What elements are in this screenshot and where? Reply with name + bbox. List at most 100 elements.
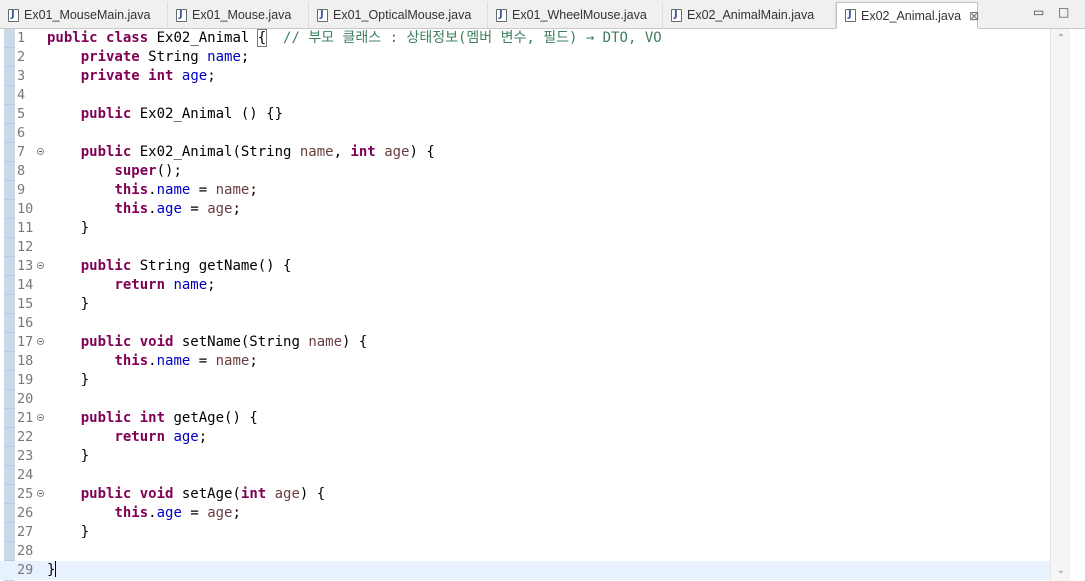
code-token: ;: [240, 49, 250, 65]
code-line[interactable]: 24: [0, 466, 1050, 485]
code-line[interactable]: 13 public String getName() {: [0, 257, 1050, 276]
fold-collapse-icon[interactable]: [37, 262, 44, 269]
code-line[interactable]: 8 super();: [0, 162, 1050, 181]
keyword-token: return: [114, 429, 166, 445]
code-text: public void setAge(int age) {: [47, 485, 326, 504]
code-token: }: [47, 372, 90, 388]
code-token: ;: [232, 201, 241, 217]
tab-ex01-mousemain-java[interactable]: Ex01_MouseMain.java: [0, 2, 168, 28]
code-line[interactable]: 29}: [0, 561, 1050, 580]
fold-collapse-icon[interactable]: [37, 414, 44, 421]
field-token: age: [156, 505, 182, 521]
code-line[interactable]: 19 }: [0, 371, 1050, 390]
parameter-token: age: [207, 505, 233, 521]
keyword-token: this: [114, 201, 149, 217]
line-number: 8: [17, 163, 26, 179]
code-text: public class Ex02_Animal { // 부모 클래스 : 상…: [47, 29, 662, 48]
code-token: Ex02_Animal () {}: [131, 106, 284, 122]
keyword-token: public: [80, 486, 132, 502]
tab-ex02-animalmain-java[interactable]: Ex02_AnimalMain.java: [663, 2, 836, 28]
code-line[interactable]: 15 }: [0, 295, 1050, 314]
keyword-token: void: [139, 486, 174, 502]
code-token: }: [47, 296, 90, 312]
close-tab-icon[interactable]: ⊠: [969, 10, 979, 22]
line-number: 6: [17, 125, 26, 141]
code-line[interactable]: 18 this.name = name;: [0, 352, 1050, 371]
code-line[interactable]: 2 private String name;: [0, 48, 1050, 67]
tab-ex01-mouse-java[interactable]: Ex01_Mouse.java: [168, 2, 309, 28]
code-line[interactable]: 25 public void setAge(int age) {: [0, 485, 1050, 504]
minimize-icon[interactable]: ▭: [1033, 5, 1044, 19]
field-token: age: [173, 429, 199, 445]
code-editor[interactable]: 1 public class Ex02_Animal { // 부모 클래스 : …: [0, 29, 1085, 581]
line-number: 12: [17, 239, 34, 255]
code-line[interactable]: 17 public void setName(String name) {: [0, 333, 1050, 352]
code-line[interactable]: 22 return age;: [0, 428, 1050, 447]
tab-ex01-wheelmouse-java[interactable]: Ex01_WheelMouse.java: [488, 2, 663, 28]
code-text: private String name;: [47, 48, 250, 67]
tab-ex02-animal-java[interactable]: Ex02_Animal.java ⊠: [836, 2, 979, 29]
code-text: }: [47, 371, 89, 390]
code-line[interactable]: 11 }: [0, 219, 1050, 238]
tab-ex01-opticalmouse-java[interactable]: Ex01_OpticalMouse.java: [309, 2, 488, 28]
code-line[interactable]: 26 this.age = age;: [0, 504, 1050, 523]
code-line[interactable]: 16: [0, 314, 1050, 333]
code-line[interactable]: 12: [0, 238, 1050, 257]
code-line[interactable]: 27 }: [0, 523, 1050, 542]
fold-collapse-icon[interactable]: [37, 148, 44, 155]
code-text: return age;: [47, 428, 207, 447]
code-line[interactable]: 28: [0, 542, 1050, 561]
code-line[interactable]: 4: [0, 86, 1050, 105]
code-line[interactable]: 21 public int getAge() {: [0, 409, 1050, 428]
vertical-scrollbar[interactable]: ⌃ ⌄: [1050, 29, 1070, 581]
code-text: private int age;: [47, 67, 216, 86]
code-line[interactable]: 7 public Ex02_Animal(String name, int ag…: [0, 143, 1050, 162]
code-token: ) {: [342, 334, 368, 350]
line-number: 17: [17, 334, 34, 350]
code-line[interactable]: 6: [0, 124, 1050, 143]
code-token: }: [47, 448, 90, 464]
code-text: public Ex02_Animal(String name, int age)…: [47, 143, 435, 162]
code-line[interactable]: 9 this.name = name;: [0, 181, 1050, 200]
code-text: }: [47, 219, 89, 238]
code-line[interactable]: 10 this.age = age;: [0, 200, 1050, 219]
keyword-token: this: [114, 182, 149, 198]
code-line[interactable]: 3 private int age;: [0, 67, 1050, 86]
line-number: 13: [17, 258, 34, 274]
editor-tab-bar: ▭ □ Ex01_MouseMain.java Ex01_Mouse.java Ex…: [0, 0, 1085, 29]
maximize-icon[interactable]: □: [1058, 5, 1069, 19]
fold-collapse-icon[interactable]: [37, 490, 44, 497]
java-file-icon: [671, 8, 682, 22]
code-line[interactable]: 1 public class Ex02_Animal { // 부모 클래스 : …: [0, 29, 1050, 48]
keyword-token: private: [80, 68, 140, 84]
keyword-token: int: [350, 144, 376, 160]
keyword-token: this: [114, 505, 149, 521]
code-line[interactable]: 14 return name;: [0, 276, 1050, 295]
code-token: ;: [249, 353, 258, 369]
code-token: String: [139, 49, 208, 65]
overview-ruler: [1070, 29, 1085, 581]
line-number: 29: [17, 562, 34, 578]
field-token: age: [156, 201, 182, 217]
code-line[interactable]: 5 public Ex02_Animal () {}: [0, 105, 1050, 124]
code-text: public void setName(String name) {: [47, 333, 368, 352]
code-token: String getName() {: [131, 258, 292, 274]
field-token: name: [156, 182, 191, 198]
code-area[interactable]: 1 public class Ex02_Animal { // 부모 클래스 : …: [0, 29, 1050, 581]
code-line[interactable]: 23 }: [0, 447, 1050, 466]
field-token: name: [156, 353, 191, 369]
text-caret: [55, 561, 57, 577]
scroll-down-icon[interactable]: ⌄: [1055, 565, 1067, 577]
keyword-token: private: [80, 49, 140, 65]
fold-collapse-icon[interactable]: [37, 338, 44, 345]
code-line[interactable]: 20: [0, 390, 1050, 409]
parameter-token: age: [384, 144, 410, 160]
scroll-up-icon[interactable]: ⌃: [1055, 33, 1067, 45]
code-token: Ex02_Animal: [148, 30, 258, 46]
